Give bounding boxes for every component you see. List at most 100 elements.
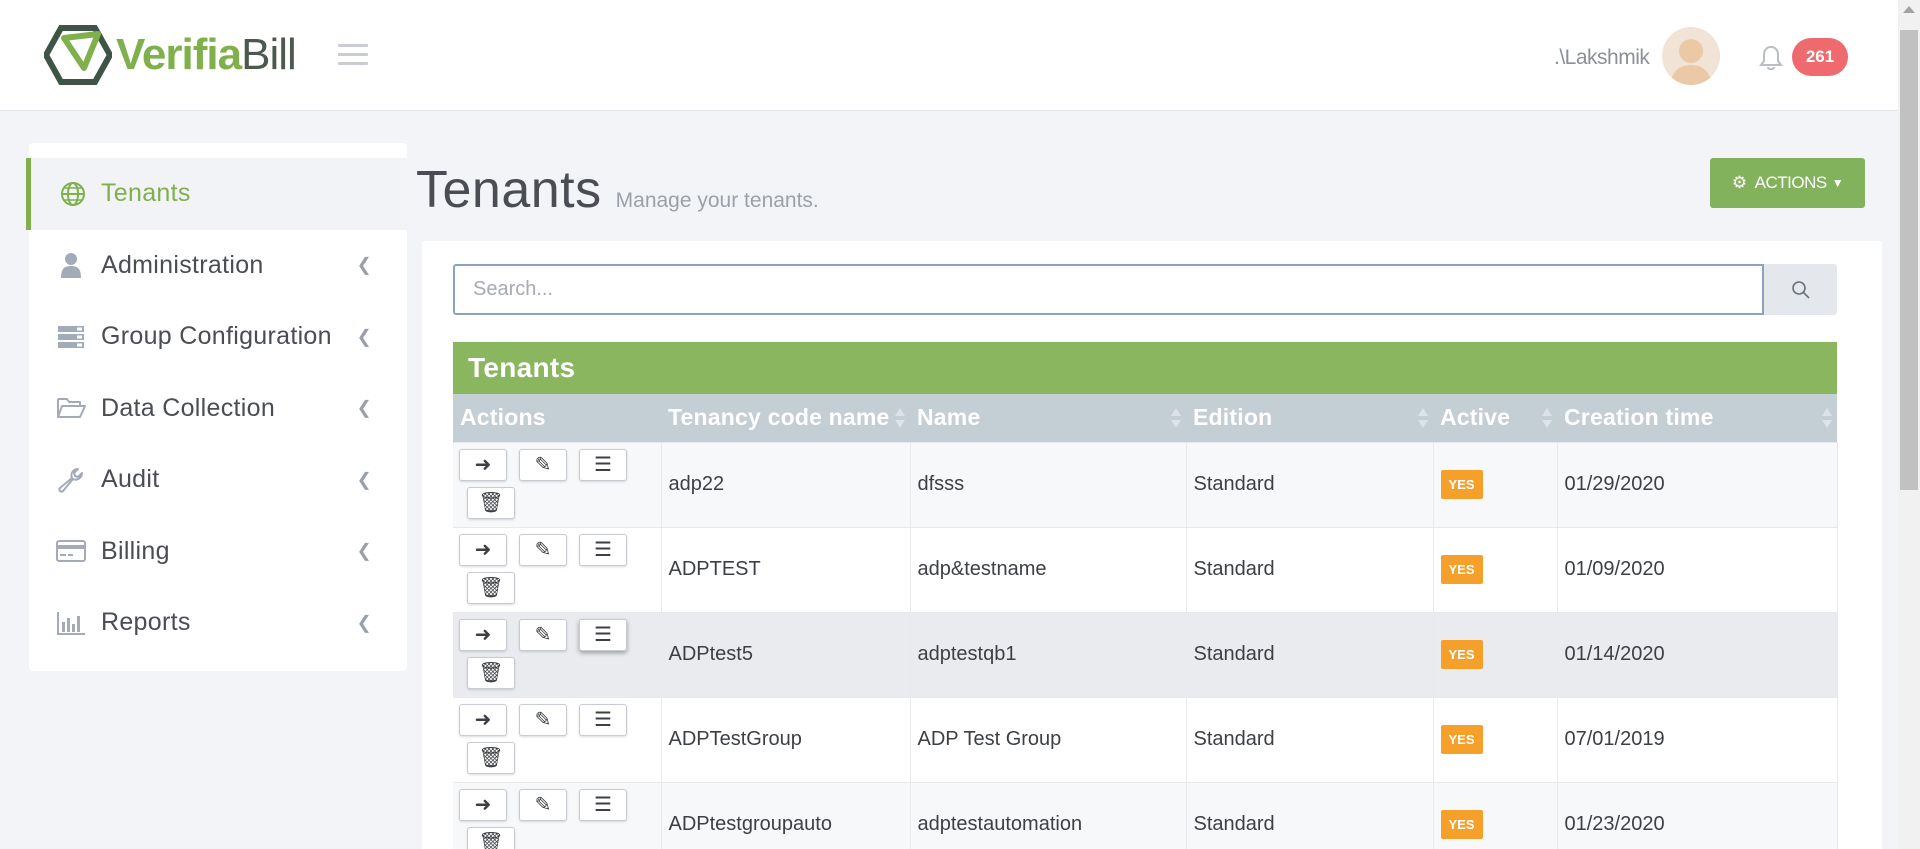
login-as-tenant-button[interactable]: ➜ [459,618,507,651]
trash-icon: 🗑 [478,747,504,769]
current-user-name[interactable]: .\Lakshmik [1554,46,1650,70]
trash-icon: 🗑 [478,577,504,599]
gear-icon: ⚙ [1731,173,1747,192]
tenants-card: Tenants Actions Tenancy code name Name E… [422,241,1882,849]
delete-tenant-button[interactable]: 🗑 [467,826,515,849]
logo-hexagon-icon [44,25,112,85]
list-icon: ☰ [594,624,612,646]
column-header-active[interactable]: Active [1433,394,1557,442]
active-badge: YES [1440,555,1483,584]
globe-icon [58,179,88,209]
cell-edition: Standard [1186,781,1434,849]
cell-name: adptestqb1 [910,611,1187,697]
list-icon: ☰ [594,539,612,561]
cell-creation-time: 01/14/2020 [1557,611,1838,697]
login-as-tenant-button[interactable]: ➜ [459,448,507,481]
trash-icon: 🗑 [478,832,504,849]
login-as-tenant-button[interactable]: ➜ [459,533,507,566]
sign-in-icon: ➜ [474,709,492,731]
sidebar-item-reports[interactable]: Reports ❮ [29,587,407,659]
tenant-details-button[interactable]: ☰ [579,703,627,736]
sidebar-item-administration[interactable]: Administration ❮ [29,230,407,302]
sign-in-icon: ➜ [474,794,492,816]
verifiabill-logo[interactable]: VerifiaBill [44,24,297,86]
sidebar-item-tenants[interactable]: Tenants [26,158,407,230]
sort-icon [1542,407,1552,428]
actions-dropdown-button[interactable]: ⚙ ACTIONS ▼ [1710,158,1865,208]
sort-icon [895,407,905,428]
row-actions: ➜ ✎ ☰ 🗑 [453,441,662,527]
sidebar-item-data-collection[interactable]: Data Collection ❮ [29,373,407,445]
trash-icon: 🗑 [478,492,504,514]
tenants-table-panel: Tenants Actions Tenancy code name Name E… [453,342,1838,849]
edit-tenant-button[interactable]: ✎ [519,703,567,736]
sidebar-item-label: Billing [101,536,170,565]
chevron-left-icon: ❮ [356,612,372,633]
search-button[interactable] [1764,264,1837,315]
cell-edition: Standard [1186,611,1434,697]
table-header-row: Actions Tenancy code name Name Edition A… [453,394,1837,442]
search-icon [1791,280,1810,299]
sign-in-icon: ➜ [474,624,492,646]
row-actions: ➜ ✎ ☰ 🗑 [453,781,662,849]
sidebar-item-billing[interactable]: Billing ❮ [29,516,407,588]
sort-icon [1171,407,1181,428]
table-row: ➜ ✎ ☰ 🗑 ADPtestgroupauto adptestautomati… [453,781,1838,849]
cell-creation-time: 01/29/2020 [1557,441,1838,527]
notification-badge[interactable]: 261 [1792,38,1848,76]
sidebar-item-label: Administration [101,250,264,279]
sidebar-item-group-configuration[interactable]: Group Configuration ❮ [29,301,407,373]
delete-tenant-button[interactable]: 🗑 [467,486,515,519]
edit-tenant-button[interactable]: ✎ [519,618,567,651]
column-header-creation-time[interactable]: Creation time [1557,394,1837,442]
menu-toggle-icon[interactable] [338,44,368,66]
edit-tenant-button[interactable]: ✎ [519,788,567,821]
column-header-label: Actions [460,404,546,431]
folder-open-icon [56,393,86,423]
column-header-label: Active [1440,404,1511,431]
scrollbar-thumb[interactable] [1900,30,1918,490]
search-input[interactable] [453,264,1764,315]
cell-edition: Standard [1186,441,1434,527]
bell-icon[interactable] [1758,44,1784,72]
delete-tenant-button[interactable]: 🗑 [467,656,515,689]
cell-name: adp&testname [910,526,1187,612]
login-as-tenant-button[interactable]: ➜ [459,703,507,736]
delete-tenant-button[interactable]: 🗑 [467,571,515,604]
edit-icon: ✎ [534,624,552,646]
cell-active: YES [1433,526,1558,612]
edit-icon: ✎ [534,709,552,731]
login-as-tenant-button[interactable]: ➜ [459,788,507,821]
column-header-label: Tenancy code name [668,404,890,431]
list-icon: ☰ [594,454,612,476]
edit-tenant-button[interactable]: ✎ [519,448,567,481]
cell-creation-time: 01/23/2020 [1557,781,1838,849]
active-badge: YES [1440,470,1483,499]
list-icon: ☰ [594,709,612,731]
row-actions: ➜ ✎ ☰ 🗑 [453,526,662,612]
sidebar-item-label: Audit [101,465,160,494]
sort-icon [1822,407,1832,428]
user-avatar[interactable] [1662,27,1720,85]
chevron-left-icon: ❮ [356,326,372,347]
delete-tenant-button[interactable]: 🗑 [467,741,515,774]
tenant-details-button[interactable]: ☰ [579,618,627,651]
sidebar-item-label: Reports [101,608,191,637]
scroll-up-arrow-icon[interactable] [1903,6,1915,13]
edit-tenant-button[interactable]: ✎ [519,533,567,566]
top-header: VerifiaBill .\Lakshmik 261 [0,0,1898,111]
sidebar-item-audit[interactable]: Audit ❮ [29,444,407,516]
tenant-details-button[interactable]: ☰ [579,533,627,566]
table-row: ➜ ✎ ☰ 🗑 adp22 dfsss Standard YES 01/29/2… [453,441,1838,527]
column-header-name[interactable]: Name [910,394,1186,442]
column-header-edition[interactable]: Edition [1186,394,1433,442]
tenant-details-button[interactable]: ☰ [579,788,627,821]
column-header-tenancy-code[interactable]: Tenancy code name [661,394,910,442]
logo-text: VerifiaBill [116,30,297,80]
actions-label: ACTIONS [1754,173,1828,192]
sort-icon [1418,407,1428,428]
caret-down-icon: ▼ [1831,176,1844,190]
chevron-left-icon: ❮ [356,540,372,561]
cell-active: YES [1433,696,1558,782]
tenant-details-button[interactable]: ☰ [579,448,627,481]
